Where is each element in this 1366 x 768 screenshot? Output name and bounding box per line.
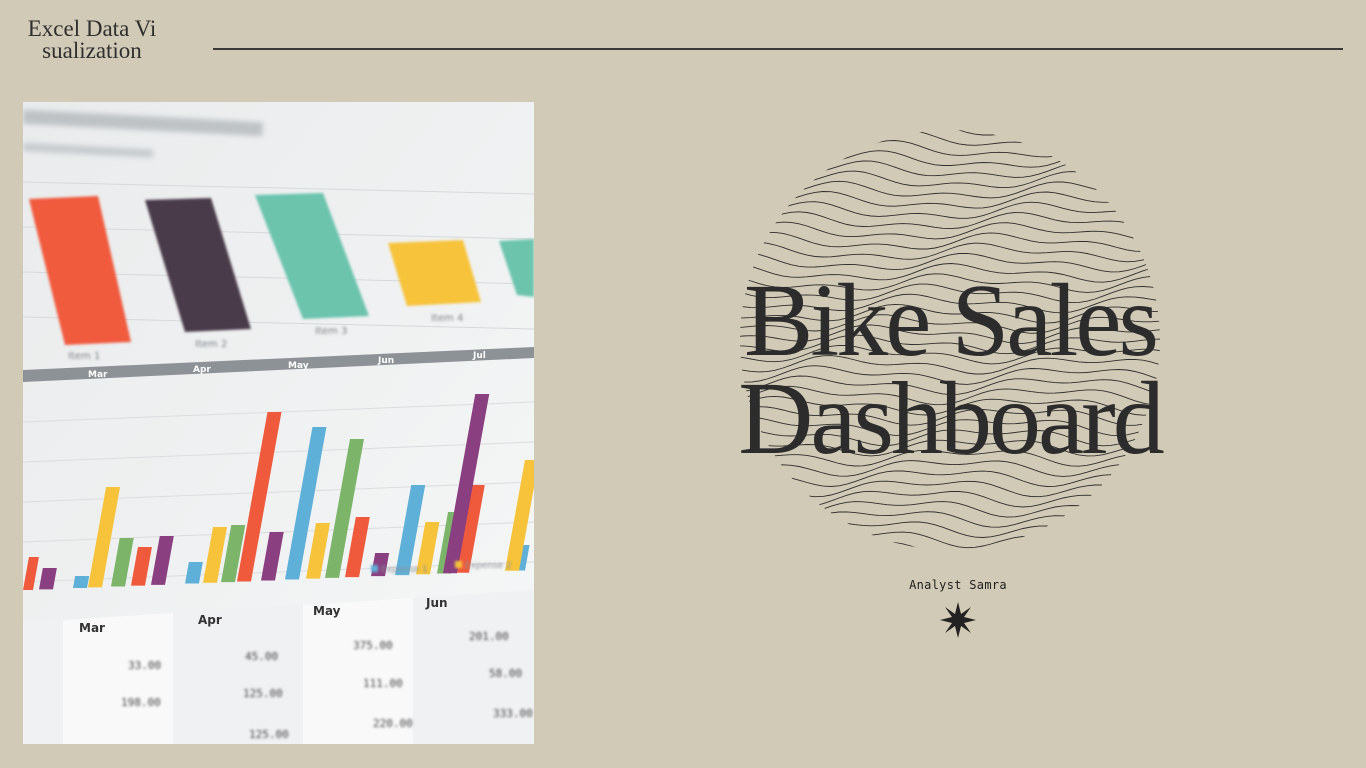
svg-text:Expense 2: Expense 2 — [465, 561, 512, 571]
wave-line — [740, 508, 1160, 528]
corner-title: Excel Data Visualization — [27, 16, 157, 63]
wave-line — [740, 538, 1160, 550]
svg-text:Jul: Jul — [472, 351, 486, 361]
svg-text:Item 4: Item 4 — [431, 313, 463, 324]
svg-text:333.00: 333.00 — [493, 707, 533, 720]
svg-text:375.00: 375.00 — [353, 639, 393, 652]
chart-photo-illustration: Item 1 Item 2 Item 3 Item 4 Mar Apr May … — [23, 102, 534, 744]
svg-text:45.00: 45.00 — [245, 650, 278, 663]
wave-line — [740, 130, 1160, 139]
svg-text:Apr: Apr — [198, 613, 222, 627]
top-divider — [213, 48, 1343, 50]
svg-text:May: May — [313, 604, 341, 618]
svg-text:Jun: Jun — [425, 596, 448, 610]
wave-line — [740, 498, 1160, 518]
svg-text:198.00: 198.00 — [121, 696, 161, 709]
svg-text:125.00: 125.00 — [243, 687, 283, 700]
svg-text:125.00: 125.00 — [249, 728, 289, 741]
wave-line — [740, 180, 1160, 199]
wave-line — [740, 211, 1160, 232]
chart-photo: Item 1 Item 2 Item 3 Item 4 Mar Apr May … — [23, 102, 534, 744]
wave-line — [740, 478, 1160, 498]
svg-text:Mar: Mar — [88, 370, 108, 380]
title-line-2: Dashboard — [738, 361, 1165, 476]
wave-line — [740, 518, 1160, 538]
svg-text:58.00: 58.00 — [489, 667, 522, 680]
svg-text:Apr: Apr — [193, 365, 211, 375]
svg-text:Expense 1: Expense 1 — [381, 565, 428, 575]
author-name: Analyst Samra — [909, 578, 1007, 592]
svg-text:Mar: Mar — [79, 621, 105, 635]
svg-text:201.00: 201.00 — [469, 630, 509, 643]
svg-text:Jun: Jun — [377, 356, 394, 366]
svg-text:Item 1: Item 1 — [68, 351, 100, 362]
svg-text:Item 3: Item 3 — [315, 326, 347, 337]
svg-text:220.00: 220.00 — [373, 717, 413, 730]
photo-lower-bar — [73, 576, 90, 588]
svg-text:111.00: 111.00 — [363, 677, 403, 690]
svg-text:May: May — [288, 361, 309, 371]
eight-point-star-icon — [940, 602, 976, 638]
wave-line — [740, 130, 1160, 149]
svg-text:33.00: 33.00 — [128, 659, 161, 672]
wave-line — [740, 150, 1160, 169]
wave-line — [740, 231, 1160, 252]
svg-text:Item 2: Item 2 — [195, 339, 227, 350]
title-line-1: Bike Sales — [744, 263, 1159, 378]
dashboard-title: Bike Sales Dashboard — [680, 263, 1220, 476]
wave-line — [740, 160, 1160, 178]
wave-line — [740, 488, 1160, 508]
wave-line — [740, 201, 1160, 221]
